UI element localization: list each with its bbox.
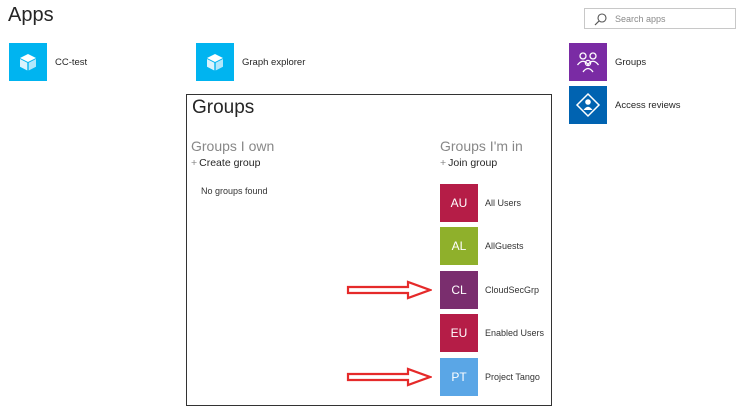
red-arrow-icon (346, 367, 432, 387)
app-icon-tile (569, 86, 607, 124)
group-row-all-users[interactable]: AU All Users (440, 184, 521, 222)
page-title: Apps (8, 4, 54, 26)
group-row-project-tango[interactable]: PT Project Tango (440, 358, 540, 396)
join-group-label: Join group (448, 157, 498, 169)
group-name: CloudSecGrp (485, 285, 540, 295)
no-groups-message: No groups found (201, 186, 268, 196)
groups-im-in-heading: Groups I'm in (440, 138, 523, 154)
cube-icon (20, 54, 36, 71)
plus-icon: + (440, 157, 447, 169)
group-name: AllGuests (485, 241, 524, 251)
group-name: All Users (485, 198, 522, 208)
app-tile-access-reviews[interactable]: Access reviews (569, 86, 680, 124)
app-tile-cc-test[interactable]: CC-test (9, 43, 87, 81)
access-review-icon (575, 92, 601, 118)
create-group-label: Create group (199, 157, 261, 169)
app-label: Graph explorer (242, 56, 306, 68)
app-icon-tile (569, 43, 607, 81)
app-icon-tile (196, 43, 234, 81)
app-tile-graph-explorer[interactable]: Graph explorer (196, 43, 305, 81)
groups-i-own-heading: Groups I own (191, 138, 275, 154)
cube-icon (207, 54, 223, 71)
app-label: CC-test (55, 56, 88, 68)
group-avatar: PT (440, 358, 478, 396)
group-name: Enabled Users (485, 328, 545, 338)
app-label: Access reviews (615, 99, 681, 111)
create-group-link[interactable]: + Create group (191, 157, 260, 169)
groups-panel: Groups Groups I own + Create group No gro… (186, 94, 552, 406)
app-icon-tile (9, 43, 47, 81)
group-avatar: AL (440, 227, 478, 265)
group-name: Project Tango (485, 372, 540, 382)
plus-icon: + (191, 157, 198, 169)
search-icon (594, 13, 607, 26)
groups-panel-title: Groups (192, 97, 255, 118)
people-icon (576, 52, 600, 73)
red-arrow-icon (346, 280, 432, 300)
group-avatar: AU (440, 184, 478, 222)
group-avatar: EU (440, 314, 478, 352)
app-label: Groups (615, 56, 647, 68)
group-row-enabled-users[interactable]: EU Enabled Users (440, 314, 544, 352)
app-tile-groups[interactable]: Groups (569, 43, 646, 81)
group-row-cloudsecgrp[interactable]: CL CloudSecGrp (440, 271, 539, 309)
join-group-link[interactable]: + Join group (440, 157, 497, 169)
group-avatar: CL (440, 271, 478, 309)
group-row-allguests[interactable]: AL AllGuests (440, 227, 524, 265)
search-input[interactable] (615, 11, 729, 26)
search-box[interactable] (584, 8, 736, 29)
